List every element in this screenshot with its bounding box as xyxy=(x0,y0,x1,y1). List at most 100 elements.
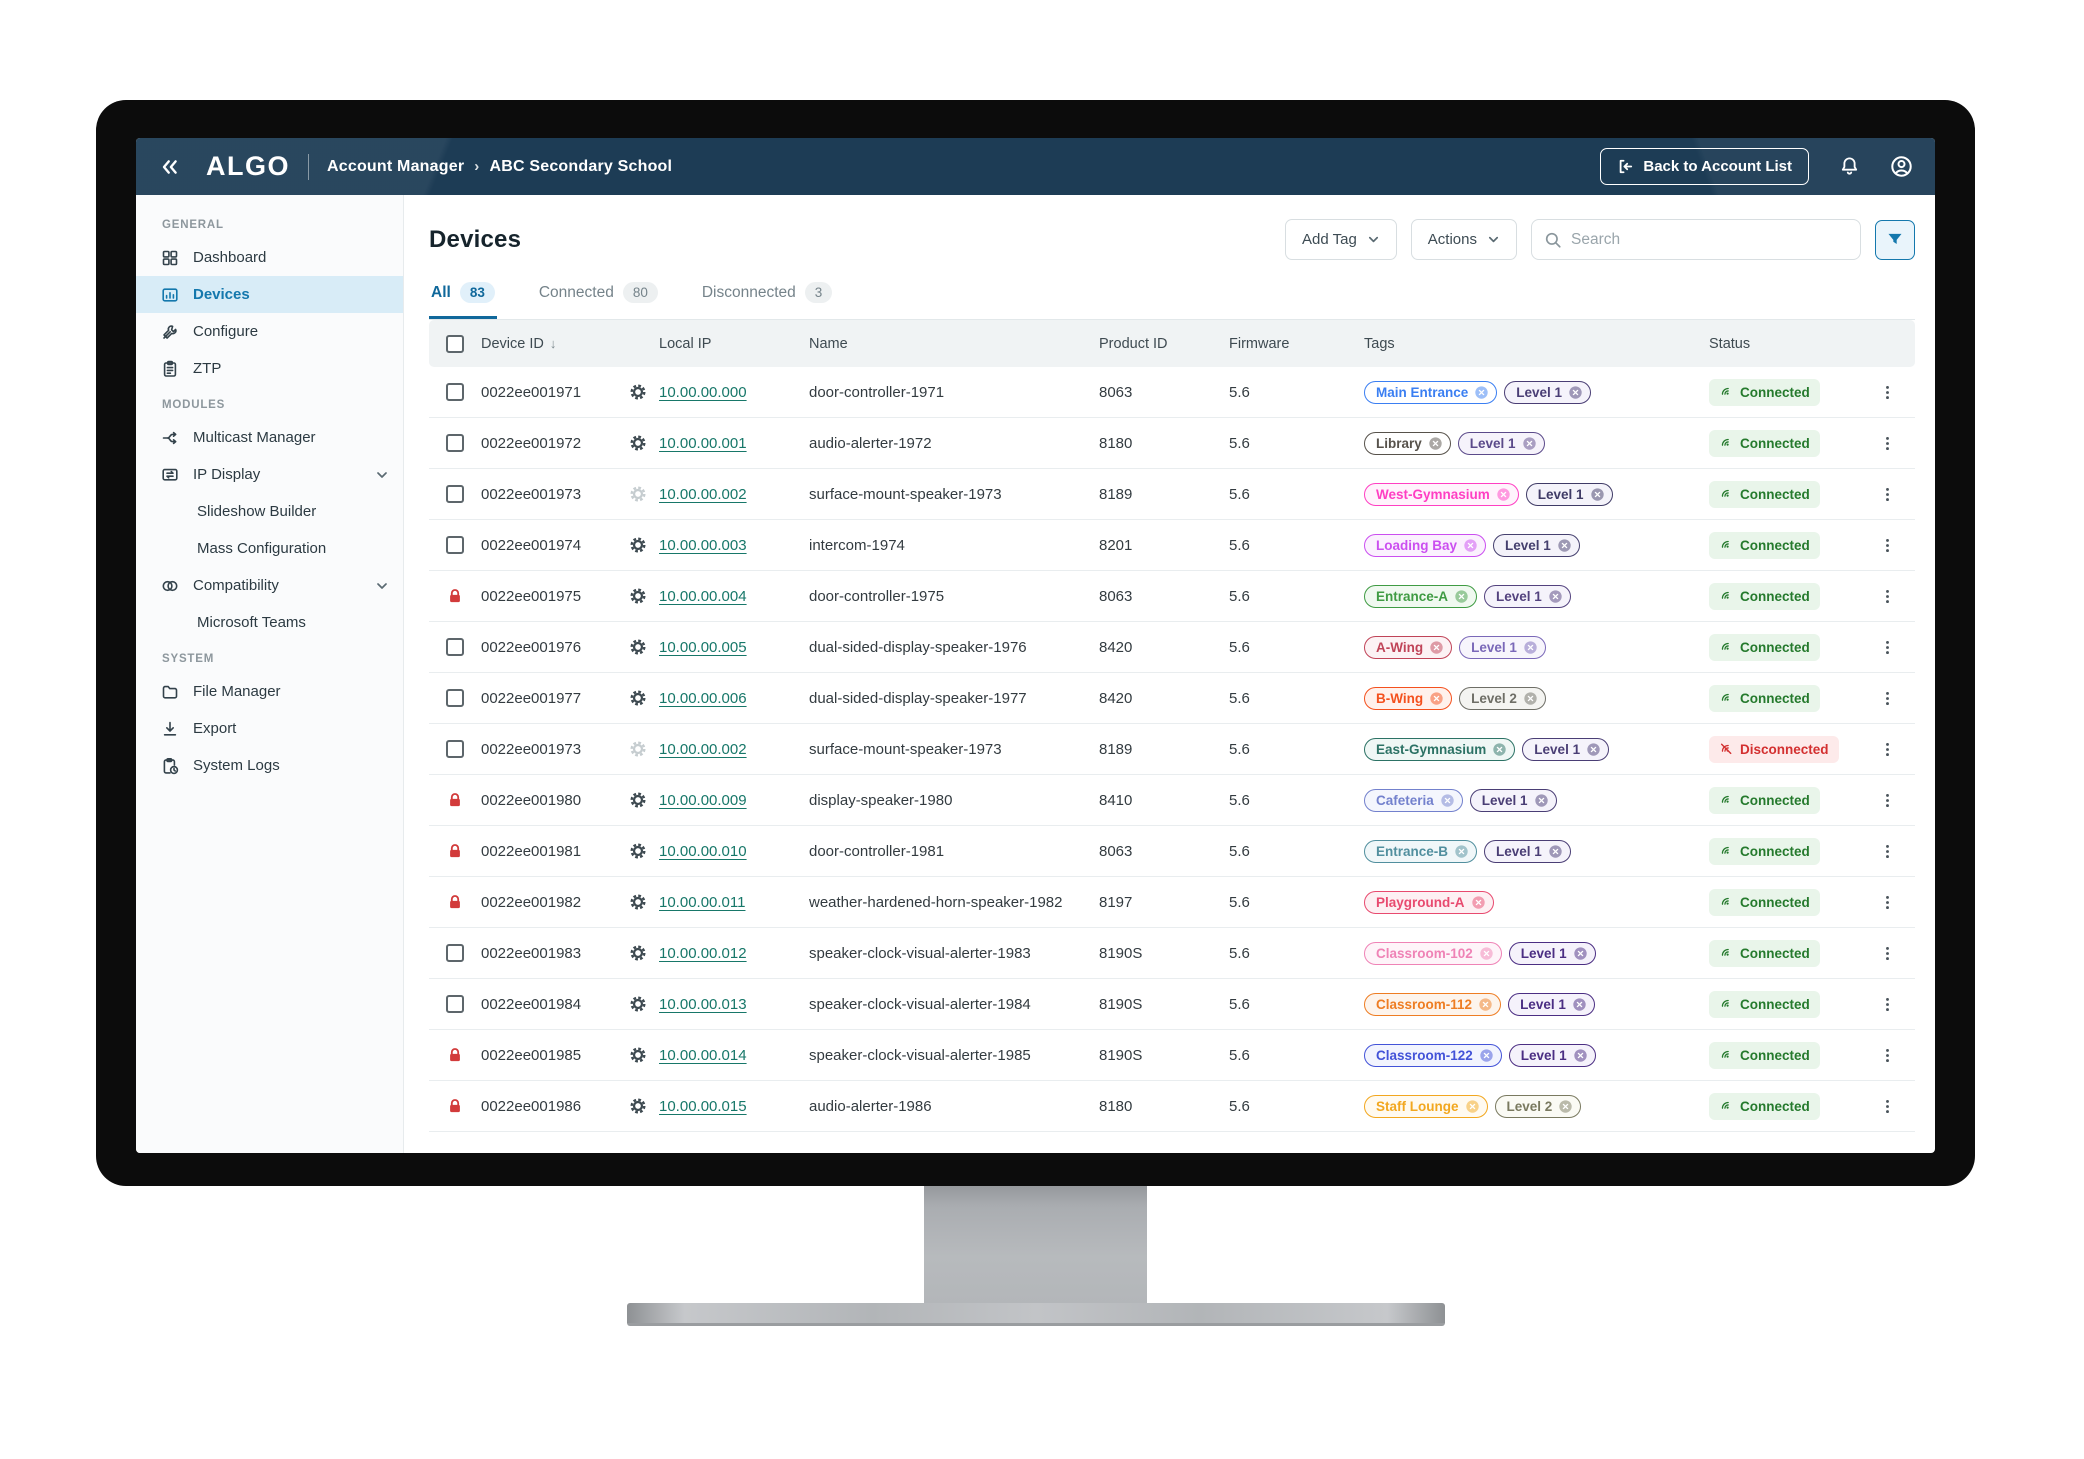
gear-icon[interactable] xyxy=(629,1046,647,1064)
remove-tag-icon[interactable] xyxy=(1522,436,1537,451)
row-checkbox[interactable] xyxy=(446,434,464,452)
remove-tag-icon[interactable] xyxy=(1463,538,1478,553)
remove-tag-icon[interactable] xyxy=(1454,844,1469,859)
remove-tag-icon[interactable] xyxy=(1479,946,1494,961)
column-header-local-ip[interactable]: Local IP xyxy=(659,336,809,352)
gear-icon[interactable] xyxy=(629,587,647,605)
remove-tag-icon[interactable] xyxy=(1572,997,1587,1012)
local-ip-link[interactable]: 10.00.00.004 xyxy=(659,588,747,605)
remove-tag-icon[interactable] xyxy=(1523,640,1538,655)
gear-icon[interactable] xyxy=(629,944,647,962)
row-menu-button[interactable] xyxy=(1870,630,1904,664)
remove-tag-icon[interactable] xyxy=(1454,589,1469,604)
row-menu-button[interactable] xyxy=(1870,477,1904,511)
actions-button[interactable]: Actions xyxy=(1411,219,1517,260)
column-header-name[interactable]: Name xyxy=(809,336,1099,352)
gear-icon[interactable] xyxy=(629,1097,647,1115)
local-ip-link[interactable]: 10.00.00.002 xyxy=(659,486,747,503)
row-menu-button[interactable] xyxy=(1870,1089,1904,1123)
sidebar-item-export[interactable]: Export xyxy=(136,710,403,747)
gear-icon[interactable] xyxy=(629,689,647,707)
remove-tag-icon[interactable] xyxy=(1557,538,1572,553)
column-header-tags[interactable]: Tags xyxy=(1364,336,1709,352)
gear-icon[interactable] xyxy=(629,995,647,1013)
select-all-checkbox[interactable] xyxy=(446,335,464,353)
remove-tag-icon[interactable] xyxy=(1573,1048,1588,1063)
row-checkbox[interactable] xyxy=(446,944,464,962)
row-checkbox[interactable] xyxy=(446,536,464,554)
local-ip-link[interactable]: 10.00.00.000 xyxy=(659,384,747,401)
row-menu-button[interactable] xyxy=(1870,834,1904,868)
column-header-product-id[interactable]: Product ID xyxy=(1099,336,1229,352)
local-ip-link[interactable]: 10.00.00.015 xyxy=(659,1098,747,1115)
sidebar-collapse-icon[interactable] xyxy=(160,158,180,176)
sort-descending-icon[interactable]: ↓ xyxy=(550,336,557,351)
remove-tag-icon[interactable] xyxy=(1471,895,1486,910)
remove-tag-icon[interactable] xyxy=(1590,487,1605,502)
row-menu-button[interactable] xyxy=(1870,528,1904,562)
remove-tag-icon[interactable] xyxy=(1479,1048,1494,1063)
sidebar-item-mass-configuration[interactable]: Mass Configuration xyxy=(136,530,403,567)
sidebar-item-microsoft-teams[interactable]: Microsoft Teams xyxy=(136,604,403,641)
local-ip-link[interactable]: 10.00.00.014 xyxy=(659,1047,747,1064)
row-menu-button[interactable] xyxy=(1870,732,1904,766)
remove-tag-icon[interactable] xyxy=(1523,691,1538,706)
tab-connected[interactable]: Connected 80 xyxy=(537,282,660,319)
remove-tag-icon[interactable] xyxy=(1478,997,1493,1012)
remove-tag-icon[interactable] xyxy=(1548,844,1563,859)
remove-tag-icon[interactable] xyxy=(1586,742,1601,757)
column-header-device-id[interactable]: Device ID ↓ xyxy=(481,336,629,352)
search-input[interactable] xyxy=(1571,231,1848,249)
remove-tag-icon[interactable] xyxy=(1548,589,1563,604)
tab-all[interactable]: All 83 xyxy=(429,282,497,319)
column-header-status[interactable]: Status xyxy=(1709,336,1844,352)
row-menu-button[interactable] xyxy=(1870,987,1904,1021)
row-menu-button[interactable] xyxy=(1870,885,1904,919)
gear-icon[interactable] xyxy=(629,383,647,401)
row-menu-button[interactable] xyxy=(1870,783,1904,817)
remove-tag-icon[interactable] xyxy=(1573,946,1588,961)
row-menu-button[interactable] xyxy=(1870,375,1904,409)
local-ip-link[interactable]: 10.00.00.011 xyxy=(659,894,745,911)
remove-tag-icon[interactable] xyxy=(1465,1099,1480,1114)
gear-icon[interactable] xyxy=(629,485,647,503)
tab-disconnected[interactable]: Disconnected 3 xyxy=(700,282,834,319)
bell-icon[interactable] xyxy=(1839,156,1860,177)
row-checkbox[interactable] xyxy=(446,740,464,758)
sidebar-item-slideshow-builder[interactable]: Slideshow Builder xyxy=(136,493,403,530)
chevron-down-icon[interactable] xyxy=(375,579,389,593)
sidebar-item-configure[interactable]: Configure xyxy=(136,313,403,350)
local-ip-link[interactable]: 10.00.00.013 xyxy=(659,996,747,1013)
row-checkbox[interactable] xyxy=(446,995,464,1013)
column-header-firmware[interactable]: Firmware xyxy=(1229,336,1364,352)
gear-icon[interactable] xyxy=(629,638,647,656)
row-menu-button[interactable] xyxy=(1870,936,1904,970)
gear-icon[interactable] xyxy=(629,893,647,911)
row-menu-button[interactable] xyxy=(1870,1038,1904,1072)
sidebar-item-ztp[interactable]: ZTP xyxy=(136,350,403,387)
local-ip-link[interactable]: 10.00.00.009 xyxy=(659,792,747,809)
row-checkbox[interactable] xyxy=(446,689,464,707)
gear-icon[interactable] xyxy=(629,740,647,758)
chevron-down-icon[interactable] xyxy=(375,468,389,482)
gear-icon[interactable] xyxy=(629,536,647,554)
filter-button[interactable] xyxy=(1875,220,1915,260)
sidebar-item-devices[interactable]: Devices xyxy=(136,276,403,313)
row-checkbox[interactable] xyxy=(446,485,464,503)
local-ip-link[interactable]: 10.00.00.006 xyxy=(659,690,747,707)
gear-icon[interactable] xyxy=(629,434,647,452)
row-menu-button[interactable] xyxy=(1870,579,1904,613)
sidebar-item-system-logs[interactable]: System Logs xyxy=(136,747,403,784)
local-ip-link[interactable]: 10.00.00.012 xyxy=(659,945,747,962)
local-ip-link[interactable]: 10.00.00.002 xyxy=(659,741,747,758)
sidebar-item-compatibility[interactable]: Compatibility xyxy=(136,567,403,604)
row-menu-button[interactable] xyxy=(1870,426,1904,460)
back-to-account-list-button[interactable]: Back to Account List xyxy=(1600,148,1809,185)
gear-icon[interactable] xyxy=(629,791,647,809)
local-ip-link[interactable]: 10.00.00.003 xyxy=(659,537,747,554)
remove-tag-icon[interactable] xyxy=(1474,385,1489,400)
remove-tag-icon[interactable] xyxy=(1440,793,1455,808)
remove-tag-icon[interactable] xyxy=(1534,793,1549,808)
breadcrumb-account-manager[interactable]: Account Manager xyxy=(327,158,464,176)
local-ip-link[interactable]: 10.00.00.001 xyxy=(659,435,747,452)
